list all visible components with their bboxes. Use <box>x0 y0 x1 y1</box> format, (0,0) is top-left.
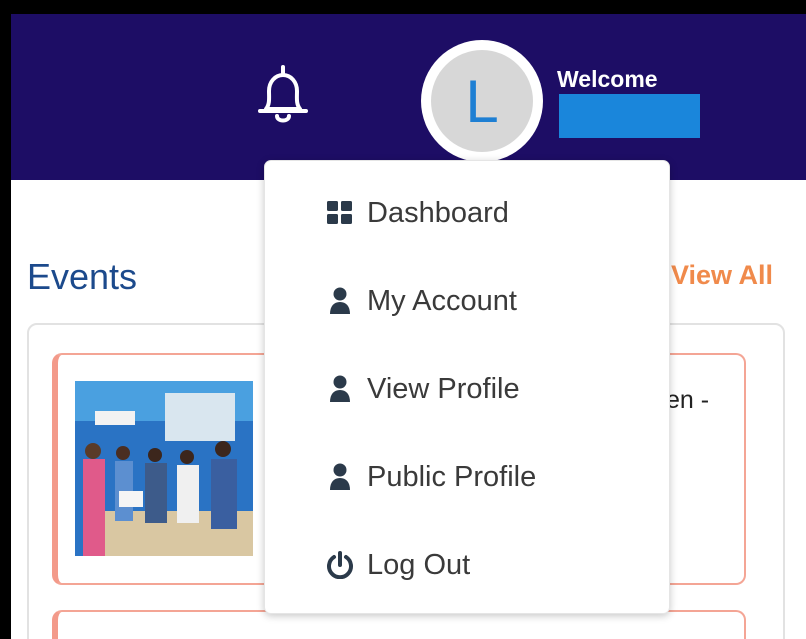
event-photo-illustration <box>75 381 253 556</box>
power-icon <box>325 550 355 580</box>
event-card[interactable] <box>52 610 746 639</box>
events-heading: Events <box>27 256 138 297</box>
avatar-initial: L <box>431 50 533 152</box>
username-redacted <box>559 94 700 138</box>
menu-item-label: Dashboard <box>367 196 509 229</box>
grid-icon <box>325 198 355 228</box>
menu-item-label: Public Profile <box>367 460 537 493</box>
user-dropdown-menu: Dashboard My Account View Profile Public… <box>264 160 670 614</box>
menu-item-label: View Profile <box>367 372 520 405</box>
menu-item-label: Log Out <box>367 548 471 581</box>
event-photo <box>75 381 253 556</box>
user-icon <box>325 374 355 404</box>
menu-item-dashboard[interactable]: Dashboard <box>265 173 669 253</box>
top-header: L Welcome <box>11 14 806 180</box>
user-icon <box>325 286 355 316</box>
menu-item-view-profile[interactable]: View Profile <box>265 349 669 429</box>
menu-item-public-profile[interactable]: Public Profile <box>265 437 669 517</box>
bell-icon <box>258 65 308 123</box>
menu-item-label: My Account <box>367 284 517 317</box>
welcome-label: Welcome <box>557 66 658 92</box>
user-icon <box>325 462 355 492</box>
user-avatar[interactable]: L <box>421 40 543 162</box>
view-all-link[interactable]: View All <box>671 260 773 291</box>
menu-item-log-out[interactable]: Log Out <box>265 525 669 605</box>
event-title: en - <box>666 386 710 414</box>
menu-item-my-account[interactable]: My Account <box>265 261 669 341</box>
notifications-button[interactable] <box>250 64 316 130</box>
app-frame: L Welcome Events View All en - Dashboard… <box>11 14 806 639</box>
